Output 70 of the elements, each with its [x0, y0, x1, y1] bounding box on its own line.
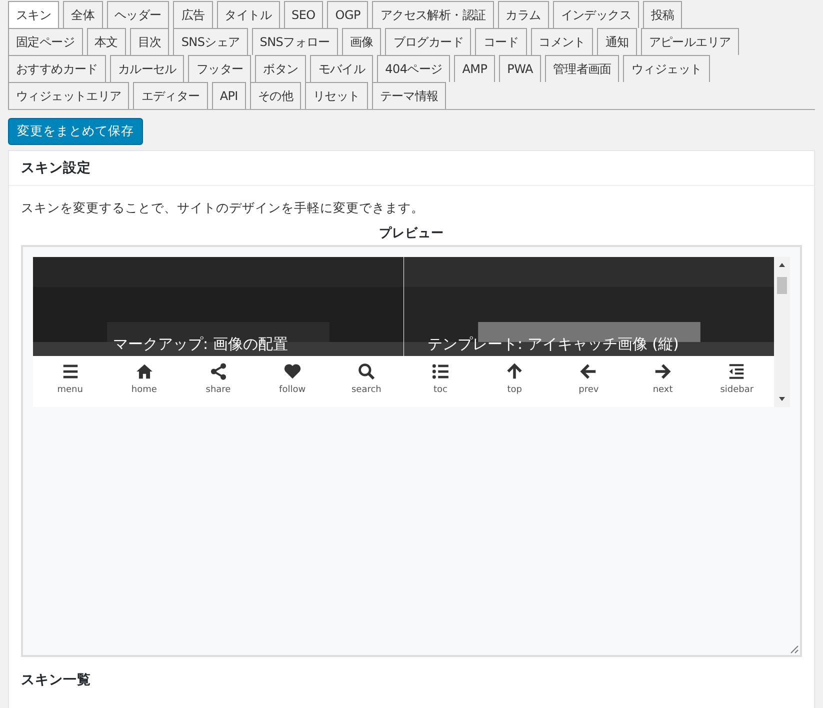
scrollbar-thumb[interactable] [777, 277, 787, 294]
footer-button[interactable]: follow [255, 356, 330, 407]
tab[interactable]: 管理者画面 [544, 55, 620, 82]
save-button[interactable]: 変更をまとめて保存 [8, 118, 143, 145]
arrow-right-icon [653, 362, 672, 381]
share-icon [208, 362, 228, 381]
tab[interactable]: フッター [188, 55, 252, 82]
tab[interactable]: タイトル [216, 1, 280, 28]
tab[interactable]: モバイル [310, 55, 374, 82]
post-title[interactable]: マークアップ: 画像の配置 [113, 335, 288, 354]
tab[interactable]: SNSシェア [173, 28, 248, 55]
resize-grip-icon[interactable] [789, 644, 799, 654]
tab[interactable]: インデックス [552, 1, 640, 28]
footer-button[interactable]: menu [33, 356, 108, 407]
tab[interactable]: 全体 [63, 1, 103, 28]
footer-button[interactable]: sidebar [700, 356, 774, 407]
sidebar-icon [727, 362, 746, 381]
tab[interactable]: 通知 [597, 28, 637, 55]
tab[interactable]: ウィジェットエリア [8, 82, 130, 109]
tab[interactable]: PWA [499, 55, 541, 82]
menu-icon [60, 362, 80, 381]
tab[interactable]: テーマ情報 [372, 82, 446, 109]
preview-heading: プレビュー [379, 225, 444, 242]
tab[interactable]: 広告 [173, 1, 213, 28]
footer-button[interactable]: share [181, 356, 256, 407]
tab[interactable]: ヘッダー [106, 1, 170, 28]
tab[interactable]: 本文 [86, 28, 126, 55]
tab[interactable]: おすすめカード [8, 55, 106, 82]
footer-button[interactable]: search [329, 356, 404, 407]
heart-icon [282, 362, 302, 381]
scroll-up-icon[interactable] [778, 261, 786, 269]
footer-button[interactable]: top [478, 356, 552, 407]
tab[interactable]: 画像 [342, 28, 382, 55]
tab[interactable]: その他 [250, 82, 302, 109]
arrow-left-icon [579, 362, 598, 381]
search-icon [356, 362, 376, 381]
tab[interactable]: スキン [8, 1, 60, 28]
tab[interactable]: リセット [305, 82, 368, 109]
scrollbar[interactable] [774, 257, 790, 407]
tab[interactable]: SNSフォロー [252, 28, 338, 55]
tab[interactable]: OGP [327, 1, 368, 28]
tab[interactable]: 目次 [130, 28, 170, 55]
tab[interactable]: 固定ページ [8, 28, 83, 55]
tab[interactable]: ブログカード [385, 28, 472, 55]
tab[interactable]: カラム [498, 1, 549, 28]
tab[interactable]: アクセス解析・認証 [372, 1, 494, 28]
tab[interactable]: 投稿 [643, 1, 682, 28]
post-title[interactable]: テンプレート: アイキャッチ画像 (縦) [428, 335, 679, 354]
tab[interactable]: ボタン [255, 55, 306, 82]
tab[interactable]: API [212, 82, 246, 109]
arrow-up-icon [505, 362, 524, 381]
house-icon [134, 362, 154, 381]
tab[interactable]: 404ページ [377, 55, 450, 82]
tab[interactable]: コメント [530, 28, 594, 55]
footer-button[interactable]: home [107, 356, 182, 407]
footer-button[interactable]: toc [403, 356, 478, 407]
footer-button[interactable]: prev [552, 356, 626, 407]
tab[interactable]: AMP [454, 55, 496, 82]
tab[interactable]: アピールエリア [640, 28, 739, 55]
tab[interactable]: SEO [284, 1, 324, 28]
tab[interactable]: カルーセル [110, 55, 184, 82]
panel-title: スキン設定 [21, 159, 91, 177]
section-title: スキン一覧 [21, 672, 91, 688]
description-text: スキンを変更することで、サイトのデザインを手軽に変更できます。 [21, 200, 425, 217]
footer-button[interactable]: next [626, 356, 700, 407]
list-icon [431, 362, 450, 381]
tab[interactable]: エディター [133, 82, 208, 109]
tab[interactable]: ウィジェット [623, 55, 710, 82]
tab[interactable]: コード [475, 28, 527, 55]
scroll-down-icon[interactable] [778, 395, 786, 403]
